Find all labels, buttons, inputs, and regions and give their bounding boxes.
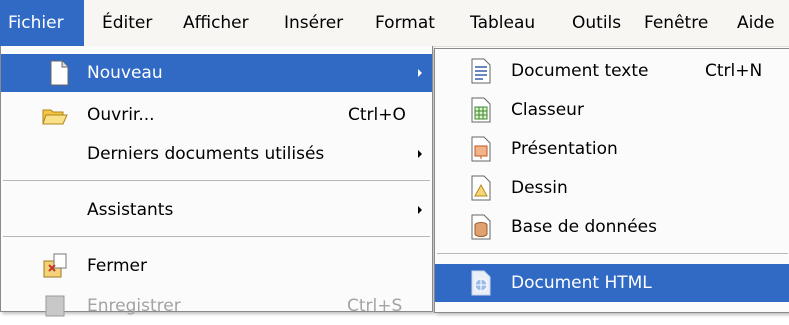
menu-item-label: Classeur [511,100,584,120]
menu-fichier[interactable]: Fichier [0,0,84,46]
database-icon [467,213,495,241]
menu-item-base-de-donnees[interactable]: Base de données [435,208,789,246]
menu-item-assistants[interactable]: Assistants [1,191,432,229]
submenu-arrow-icon [418,206,422,214]
menu-separator [3,180,430,181]
menu-item-derniers-documents[interactable]: Derniers documents utilisés [1,135,432,173]
new-document-icon [45,59,73,87]
menu-item-document-html[interactable]: Document HTML [435,264,789,302]
menu-item-label: Dessin [511,178,568,198]
menu-item-label: Assistants [87,200,174,220]
menu-fenetre[interactable]: Fenêtre [644,0,708,46]
menu-format[interactable]: Format [375,0,435,46]
menu-item-enregistrer: Enregistrer Ctrl+S [1,287,432,325]
menu-separator [437,253,788,254]
menu-item-label: Ouvrir... [87,105,155,125]
menu-item-ouvrir[interactable]: Ouvrir... Ctrl+O [1,96,432,134]
menu-inserer[interactable]: Insérer [284,0,343,46]
html-document-icon [467,269,495,297]
menu-item-label: Enregistrer [87,296,181,316]
menu-item-label: Document texte [511,61,649,81]
presentation-icon [467,135,495,163]
menu-bar: Fichier Éditer Afficher Insérer Format T… [0,0,789,47]
menu-item-classeur[interactable]: Classeur [435,91,789,129]
menu-item-label: Présentation [511,139,618,159]
menu-item-document-texte[interactable]: Document texte Ctrl+N [435,52,789,90]
submenu-arrow-icon [418,69,422,77]
menu-item-label: Nouveau [87,63,163,83]
text-document-icon [467,57,495,85]
nouveau-submenu: Document texte Ctrl+N Classeur Présentat… [434,48,789,313]
shortcut-label: Ctrl+N [705,61,763,81]
menu-outils[interactable]: Outils [572,0,621,46]
menu-item-label: Derniers documents utilisés [87,144,325,164]
menu-tableau[interactable]: Tableau [470,0,535,46]
menu-item-label: Base de données [511,217,657,237]
shortcut-label: Ctrl+O [348,105,406,125]
close-document-icon [41,252,69,280]
menu-separator [3,236,430,237]
menu-editer[interactable]: Éditer [102,0,152,46]
spreadsheet-icon [467,96,495,124]
drawing-icon [467,174,495,202]
menu-item-label: Document HTML [511,273,652,293]
menu-aide[interactable]: Aide [737,0,775,46]
open-folder-icon [41,101,69,129]
menu-item-label: Fermer [87,256,148,276]
menu-item-fermer[interactable]: Fermer [1,247,432,285]
shortcut-label: Ctrl+S [347,296,403,316]
save-icon [41,292,69,320]
fichier-menu: Nouveau Ouvrir... Ctrl+O Derniers docume… [0,46,433,317]
menu-item-presentation[interactable]: Présentation [435,130,789,168]
submenu-arrow-icon [418,150,422,158]
menu-item-nouveau[interactable]: Nouveau [1,54,432,92]
menu-item-dessin[interactable]: Dessin [435,169,789,207]
menu-afficher[interactable]: Afficher [183,0,249,46]
